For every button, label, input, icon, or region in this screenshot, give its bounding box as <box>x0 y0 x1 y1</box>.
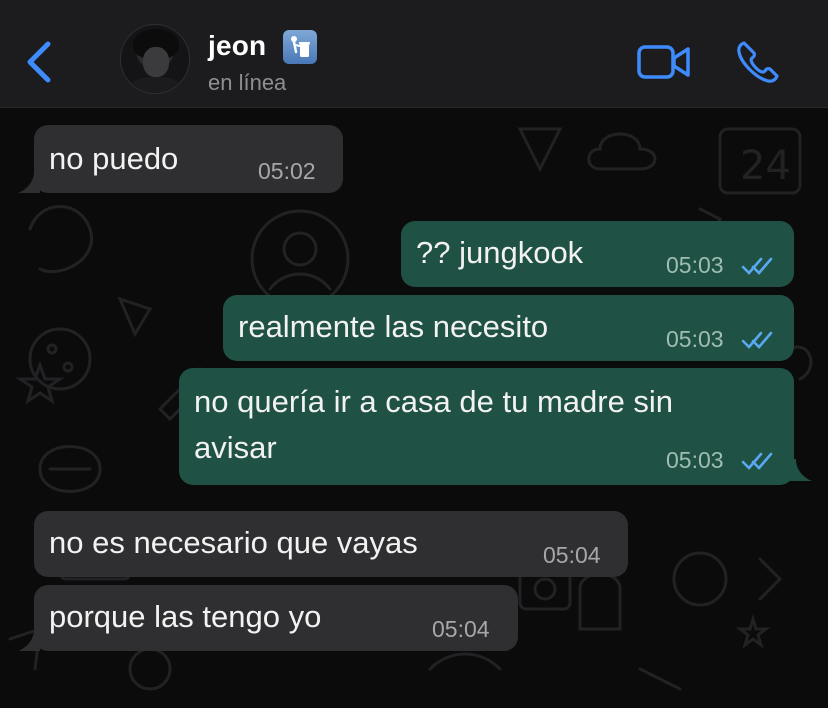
message-time: 05:03 <box>666 447 724 473</box>
phone-icon <box>737 41 779 83</box>
incoming-message[interactable]: no puedo 05:02 <box>34 125 343 193</box>
contact-avatar[interactable] <box>120 24 190 94</box>
read-ticks-icon <box>741 257 773 275</box>
incoming-message[interactable]: porque las tengo yo 05:04 <box>34 585 518 651</box>
contact-name[interactable]: jeon <box>208 30 266 62</box>
message-text: ?? jungkook <box>416 235 584 270</box>
message-time: 05:04 <box>432 616 490 642</box>
message-text: porque las tengo yo <box>49 599 322 634</box>
outgoing-message[interactable]: no quería ir a casa de tu madre sin avis… <box>179 368 794 485</box>
svg-text:24: 24 <box>740 143 791 189</box>
chat-header: jeon en línea <box>0 0 828 108</box>
message-time: 05:03 <box>666 326 724 352</box>
bubble-tail <box>18 629 40 651</box>
message-text-line1: no quería ir a casa de tu madre sin <box>194 384 674 419</box>
outgoing-message[interactable]: realmente las necesito 05:03 <box>223 295 794 361</box>
message-list[interactable]: 24 no puedo 05:02 ?? jungkook 05:03 real… <box>0 109 828 708</box>
chevron-left-icon <box>27 41 51 83</box>
video-camera-icon <box>637 45 690 79</box>
back-button[interactable] <box>22 40 58 84</box>
message-time: 05:03 <box>666 252 724 278</box>
message-text: no puedo <box>49 141 179 176</box>
voice-call-button[interactable] <box>734 38 782 86</box>
outgoing-message[interactable]: ?? jungkook 05:03 <box>401 221 794 287</box>
message-text: no es necesario que vayas <box>49 525 418 560</box>
contact-status: en línea <box>208 70 287 95</box>
message-text: realmente las necesito <box>238 309 549 344</box>
message-time: 05:04 <box>543 542 601 568</box>
bubble-tail <box>18 171 40 193</box>
message-text-line2: avisar <box>194 430 277 465</box>
incoming-message[interactable]: no es necesario que vayas 05:04 <box>34 511 628 577</box>
bubble-tail <box>790 459 812 481</box>
read-ticks-icon <box>741 452 773 470</box>
message-time: 05:02 <box>258 158 316 184</box>
read-ticks-icon <box>741 331 773 349</box>
trash-bin-icon <box>283 30 317 64</box>
video-call-button[interactable] <box>636 40 692 84</box>
